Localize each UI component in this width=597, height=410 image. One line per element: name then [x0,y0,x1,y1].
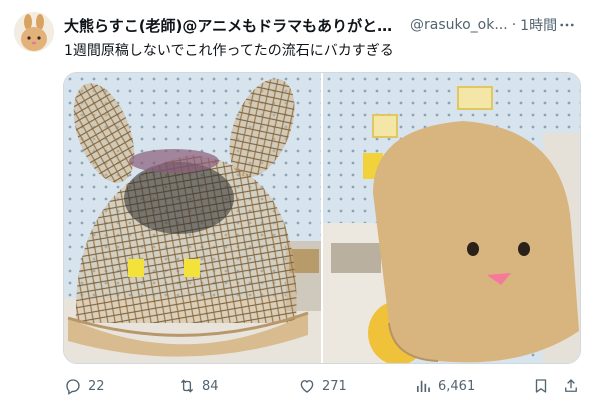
tweet[interactable]: 大熊らすこ(老師)@アニメもドラマもありがとう... @rasuko_ok...… [0,0,597,410]
photo-1[interactable] [64,73,321,363]
bookmark-icon [535,379,547,393]
share-button[interactable] [562,374,580,398]
views-button[interactable]: 6,461 [414,374,475,398]
display-name[interactable]: 大熊らすこ(老師)@アニメもドラマもありがとう... [64,15,404,36]
view-count: 6,461 [438,378,476,394]
retweet-count: 84 [202,378,219,394]
rattan-rabbit-head-image [64,73,321,363]
timestamp[interactable]: 1時間 [520,15,557,35]
more-icon [560,23,574,27]
tweet-text: 1週間原稿しないでこれ作ってたの流石にバカすぎる [64,43,394,59]
like-count: 271 [322,378,347,394]
bookmark-button[interactable] [532,374,550,398]
action-bar: 22 84 271 6,461 [64,374,586,398]
reply-icon [66,379,80,395]
tweet-header: 大熊らすこ(老師)@アニメもドラマもありがとう... @rasuko_ok...… [64,14,586,36]
more-button[interactable] [556,14,578,36]
like-button[interactable]: 271 [298,374,347,398]
share-icon [565,379,577,392]
avatar-illustration-icon [14,12,54,52]
heart-icon [300,380,314,393]
media-grid [63,72,581,364]
reply-button[interactable]: 22 [64,374,105,398]
retweet-button[interactable]: 84 [178,374,219,398]
reply-count: 22 [88,378,105,394]
retweet-icon [180,379,194,393]
fabric-covered-head-image [323,73,580,363]
photo-2[interactable] [323,73,580,363]
separator-dot: · [511,17,517,33]
user-handle[interactable]: @rasuko_ok... [410,17,508,33]
views-icon [417,380,430,392]
avatar[interactable] [14,12,54,52]
